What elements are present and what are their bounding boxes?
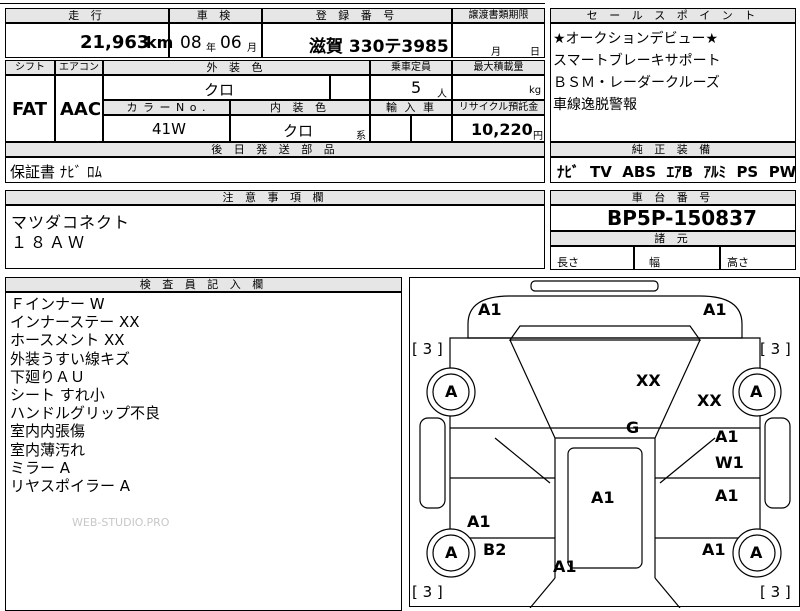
- inspector-line: Ｆインナー W: [10, 295, 105, 313]
- equipment-item: ｱﾙﾐ: [703, 163, 726, 181]
- inspector-line: シート すれ小: [10, 386, 105, 405]
- wheel-mark-rr: A: [750, 543, 763, 562]
- equipment-item: PW: [768, 163, 797, 181]
- equipment-item: ｴｱB: [666, 163, 694, 181]
- wheel-mark-fl: A: [445, 382, 458, 401]
- import-cell-right: [411, 114, 452, 142]
- capacity-value: 5: [411, 78, 422, 97]
- inspector-line: リヤスポイラー A: [10, 477, 131, 496]
- sales-point-line: ★オークションデビュー★: [553, 31, 719, 47]
- mark-quarter-right: A1: [702, 540, 726, 559]
- length-label: 長さ: [557, 256, 579, 269]
- inspector-line: 室内薄汚れ: [10, 440, 86, 459]
- aircon-cell: AAC: [55, 74, 103, 142]
- inspector-line: ホースメント XX: [10, 331, 125, 350]
- inspector-line: 外装うすい線キズ: [10, 349, 131, 368]
- max-load-cell: kg: [452, 74, 545, 100]
- inspection-month: 06: [220, 33, 242, 53]
- interior-color-value: クロ: [283, 122, 314, 140]
- sales-points-box: ★オークションデビュー★ スマートブレーキサポート ＢＳＭ・レーダークルーズ 車…: [550, 22, 796, 142]
- mark-quarter-left: B2: [483, 540, 507, 559]
- mark-rear-door-left: A1: [467, 512, 491, 531]
- equipment-items: ﾅﾋﾞ TV ABS ｴｱB ｱﾙﾐ PS PW: [557, 161, 796, 182]
- interior-color-cell: クロ 系: [230, 114, 370, 142]
- capacity-unit: 人: [437, 89, 447, 100]
- notes-line-2: １８ＡＷ: [11, 233, 88, 252]
- width-cell: 幅: [634, 245, 720, 270]
- registration-value: 滋賀 330テ3985: [309, 37, 449, 57]
- inspector-lines: Ｆインナー W インナーステー XX ホースメント XX 外装うすい線キズ 下廻…: [10, 295, 160, 495]
- chassis-box: BP5P-150837: [550, 204, 796, 231]
- recycle-value: 10,220: [471, 120, 533, 139]
- inspector-line: ミラー A: [10, 458, 71, 477]
- mark-windshield: G: [626, 418, 640, 437]
- length-cell: 長さ: [550, 245, 634, 270]
- inspection-cell: 08 年 06 月: [169, 22, 262, 58]
- mark-front-left: A1: [478, 300, 502, 319]
- recycle-unit: 円: [533, 131, 543, 142]
- mark-fender-right: XX: [697, 391, 722, 410]
- exterior-color-value: クロ: [204, 81, 235, 99]
- shift-value: FAT: [12, 99, 48, 120]
- tire-rear-right: [ 3 ]: [760, 583, 791, 601]
- tire-front-right: [ 3 ]: [760, 340, 791, 358]
- car-diagram-box: [ 3 ] [ 3 ] [ 3 ] [ 3 ] A A A A A1 A1 XX…: [409, 277, 800, 608]
- inspector-line: インナーステー XX: [10, 313, 140, 332]
- top-clipped-strip: [0, 0, 545, 4]
- inspector-line: 下廻りＡＵ: [10, 367, 86, 386]
- inspector-line: 室内内張傷: [10, 422, 86, 441]
- color-no-value: 41W: [152, 120, 186, 138]
- equipment-item: TV: [589, 163, 612, 181]
- aircon-value: AAC: [60, 99, 102, 120]
- sales-points-lines: ★オークションデビュー★ スマートブレーキサポート ＢＳＭ・レーダークルーズ 車…: [553, 28, 721, 116]
- equipment-item: ﾅﾋﾞ: [557, 163, 580, 181]
- transfer-deadline-cell: 月 日: [452, 22, 545, 58]
- tire-front-left: [ 3 ]: [412, 340, 443, 358]
- registration-cell: 滋賀 330テ3985: [262, 22, 452, 58]
- color-no-cell: 41W: [103, 114, 230, 142]
- car-outline-icon: [419, 280, 791, 608]
- transfer-month-unit: 月: [491, 47, 501, 58]
- interior-color-suffix: 系: [356, 131, 366, 142]
- wheel-mark-rl: A: [445, 543, 458, 562]
- mileage-value: 21,963: [80, 32, 150, 53]
- exterior-color-cell: クロ: [103, 74, 330, 100]
- wheel-mark-fr: A: [750, 382, 763, 401]
- sales-point-line: 車線逸脱警報: [553, 97, 637, 113]
- mark-trunk: A1: [553, 557, 577, 576]
- transfer-day-unit: 日: [530, 47, 540, 58]
- mark-rear-door-right: A1: [715, 486, 739, 505]
- capacity-cell: 5 人: [370, 74, 452, 100]
- sales-point-line: ＢＳＭ・レーダークルーズ: [553, 75, 720, 91]
- chassis-value: BP5P-150837: [607, 206, 757, 230]
- sales-point-line: スマートブレーキサポート: [553, 53, 721, 69]
- later-parts-cell: 保証書 ﾅﾋﾞ ﾛﾑ: [5, 156, 545, 183]
- later-parts-value: 保証書 ﾅﾋﾞ ﾛﾑ: [10, 163, 103, 181]
- recycle-cell: 10,220 円: [452, 114, 545, 142]
- inspector-line: ハンドルグリップ不良: [10, 404, 161, 423]
- mark-front-door-right-2: W1: [715, 453, 744, 472]
- width-label: 幅: [649, 256, 660, 269]
- notes-box: マツダコネクト １８ＡＷ: [5, 204, 545, 269]
- mark-roof: A1: [591, 488, 615, 507]
- mark-hood: XX: [636, 371, 661, 390]
- equipment-item: ABS: [622, 163, 657, 181]
- equipment-item: PS: [736, 163, 759, 181]
- year-unit: 年: [206, 43, 216, 54]
- exterior-color-extra-cell: [330, 74, 370, 100]
- mark-front-right: A1: [703, 300, 727, 319]
- max-load-unit: kg: [529, 85, 542, 96]
- height-label: 高さ: [727, 256, 749, 269]
- month-unit: 月: [247, 43, 257, 54]
- inspection-year: 08: [180, 33, 202, 53]
- watermark: WEB-STUDIO.PRO: [72, 516, 170, 529]
- mileage-cell: 21,963 km: [5, 22, 173, 58]
- equipment-box: ﾅﾋﾞ TV ABS ｴｱB ｱﾙﾐ PS PW: [550, 156, 796, 183]
- tire-rear-left: [ 3 ]: [412, 583, 443, 601]
- height-cell: 高さ: [720, 245, 796, 270]
- mark-front-door-right: A1: [715, 427, 739, 446]
- inspector-box: Ｆインナー W インナーステー XX ホースメント XX 外装うすい線キズ 下廻…: [5, 291, 402, 611]
- import-cell-left: [370, 114, 411, 142]
- shift-cell: FAT: [5, 74, 55, 142]
